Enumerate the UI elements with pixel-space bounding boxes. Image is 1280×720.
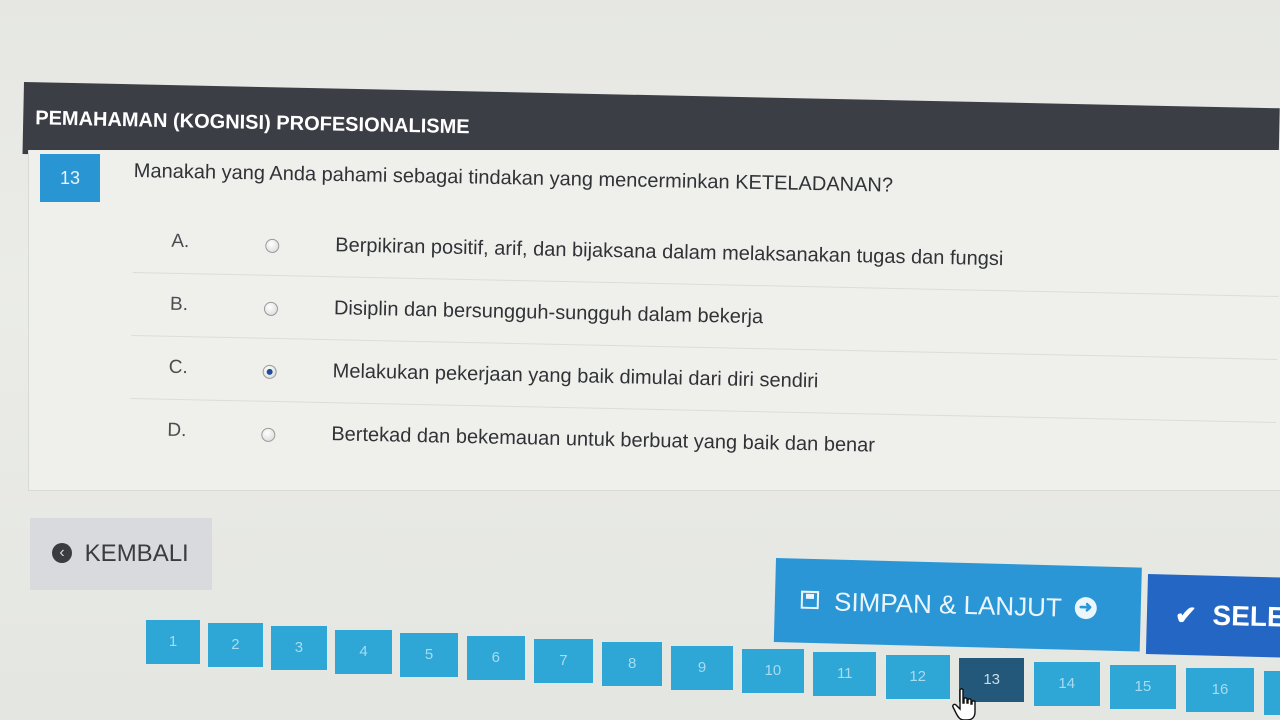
option-text[interactable]: Disiplin dan bersungguh-sungguh dalam be… [334, 297, 764, 329]
circle-arrow-right-icon: ➜ [1074, 596, 1097, 620]
page-button-12[interactable]: 12 [885, 655, 950, 700]
page-button-17[interactable]: 17 [1264, 671, 1280, 716]
circle-arrow-left-icon: ‹ [52, 543, 72, 564]
option-letter: A. [171, 230, 190, 253]
page-button-7[interactable]: 7 [533, 639, 594, 684]
answer-options: A. Berpikiran positif, arif, dan bijaksa… [129, 210, 1280, 485]
question-number-badge: 13 [40, 154, 100, 202]
option-letter: D. [167, 419, 187, 442]
radio-button-selected[interactable] [262, 364, 277, 380]
page-button-11[interactable]: 11 [813, 652, 877, 696]
radio-button[interactable] [261, 427, 276, 443]
page-button-4[interactable]: 4 [335, 629, 392, 674]
page-button-2[interactable]: 2 [208, 623, 263, 668]
page-button-10[interactable]: 10 [741, 648, 804, 693]
option-letter: B. [169, 293, 189, 316]
back-button-label: KEMBALI [84, 540, 189, 567]
page-button-9[interactable]: 9 [671, 645, 733, 690]
option-text[interactable]: Bertekad dan bekemauan untuk berbuat yan… [331, 423, 875, 457]
page-button-5[interactable]: 5 [400, 632, 458, 677]
page-button-16[interactable]: 16 [1186, 668, 1254, 712]
radio-button[interactable] [263, 301, 279, 317]
page-button-3[interactable]: 3 [271, 626, 327, 671]
option-text[interactable]: Melakukan pekerjaan yang baik dimulai da… [332, 360, 818, 393]
radio-button[interactable] [265, 238, 280, 254]
option-letter: C. [168, 356, 188, 379]
page-button-14[interactable]: 14 [1033, 661, 1100, 706]
floppy-disk-icon [800, 590, 820, 610]
page-button-15[interactable]: 15 [1109, 664, 1177, 709]
option-text[interactable]: Berpikiran positif, arif, dan bijaksana … [335, 234, 1003, 271]
page-button-6[interactable]: 6 [466, 636, 525, 680]
exam-page: PEMAHAMAN (KOGNISI) PROFESIONALISME 13 M… [0, 0, 1280, 720]
question-pager: 1234567891011121314151617 [146, 618, 1280, 720]
section-title: PEMAHAMAN (KOGNISI) PROFESIONALISME [35, 107, 470, 139]
page-button-8[interactable]: 8 [602, 642, 663, 687]
hand-pointer-icon [952, 688, 976, 720]
back-button[interactable]: ‹ KEMBALI [30, 518, 212, 590]
page-button-1[interactable]: 1 [146, 620, 200, 664]
